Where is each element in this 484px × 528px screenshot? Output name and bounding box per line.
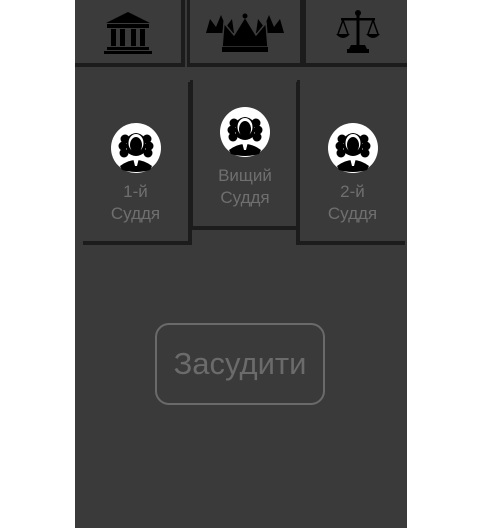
judge-label: 2-й Суддя bbox=[327, 182, 378, 223]
app-screen: 1-й Суддя Вищий Суддя 2-й Суддя Засудити bbox=[75, 0, 407, 528]
tab-crowns[interactable] bbox=[187, 0, 304, 67]
crowns-icon bbox=[206, 13, 284, 52]
scales-icon bbox=[336, 9, 380, 53]
judge-avatar bbox=[110, 122, 162, 174]
judge-avatar bbox=[219, 106, 271, 158]
judge-avatar bbox=[327, 122, 379, 174]
tab-courthouse[interactable] bbox=[75, 0, 185, 67]
judge-label: Вищий Суддя bbox=[218, 166, 272, 207]
tab-scales[interactable] bbox=[303, 0, 407, 67]
condemn-button[interactable]: Засудити bbox=[155, 323, 325, 405]
judge-card-supreme[interactable]: Вищий Суддя bbox=[190, 80, 300, 230]
judge-avatar-icon bbox=[220, 107, 270, 157]
judge-card-first[interactable]: 1-й Суддя bbox=[83, 82, 192, 245]
judge-avatar-icon bbox=[110, 123, 161, 173]
judge-card-second[interactable]: 2-й Суддя bbox=[296, 82, 405, 245]
judge-label: 1-й Суддя bbox=[110, 182, 161, 223]
judge-avatar-icon bbox=[327, 123, 378, 173]
courthouse-icon bbox=[104, 11, 152, 54]
